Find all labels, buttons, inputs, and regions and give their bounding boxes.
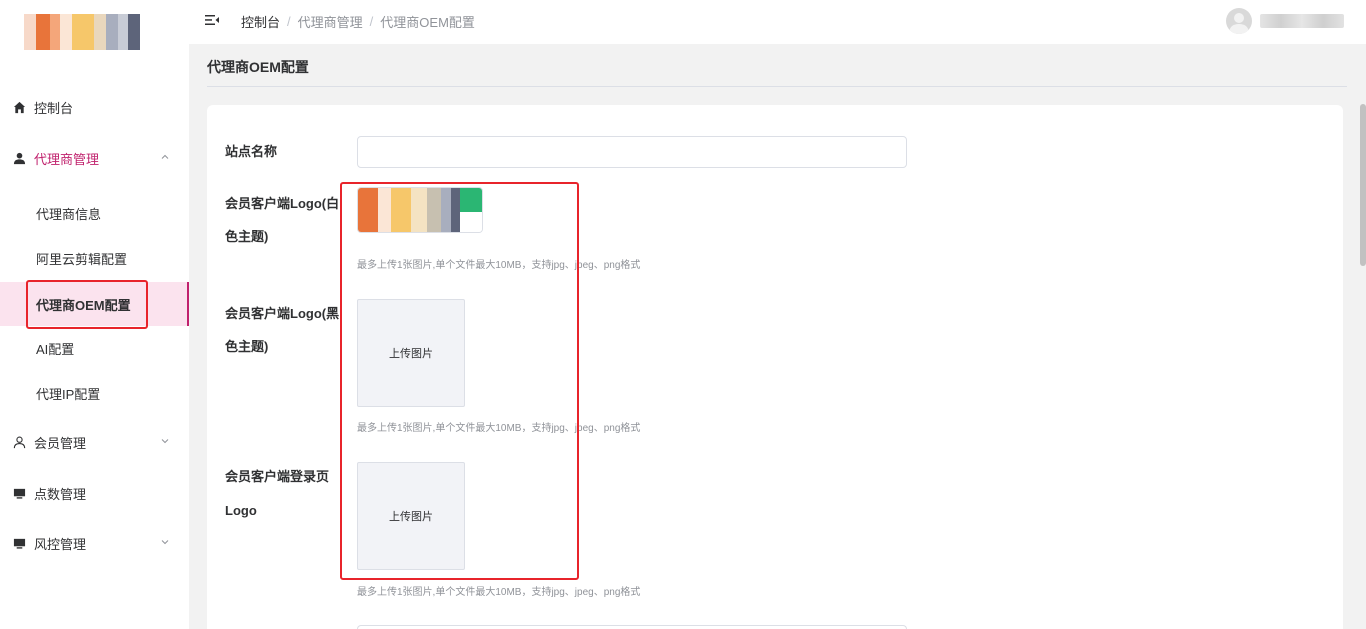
menu-label: 会员管理	[34, 435, 87, 451]
menu-label: 风控管理	[34, 536, 87, 552]
avatar-person-icon	[1229, 13, 1249, 34]
username-blurred	[1260, 14, 1344, 28]
logo-dark-label-line1: 会员客户端Logo(黑	[225, 306, 340, 321]
menu-member-management[interactable]: 会员管理	[0, 422, 189, 462]
menu-agent-management[interactable]: 代理商管理	[0, 138, 189, 178]
submenu-aliyun-edit-config[interactable]: 阿里云剪辑配置	[0, 236, 189, 280]
highlight-box	[26, 280, 148, 329]
breadcrumb-separator: /	[369, 14, 374, 29]
menu-risk-management[interactable]: 风控管理	[0, 523, 189, 563]
logo-white-label-line2: 色主题)	[225, 229, 269, 244]
highlight-box	[340, 182, 579, 580]
monitor-icon	[12, 536, 26, 550]
breadcrumb-item: 代理商OEM配置	[380, 15, 475, 30]
page-title: 代理商OEM配置	[207, 59, 309, 75]
divider	[207, 86, 1347, 87]
submenu-label: AI配置	[36, 341, 75, 357]
login-logo-label-line1: 会员客户端登录页	[225, 469, 330, 484]
home-icon	[12, 100, 26, 114]
submenu-label: 代理IP配置	[36, 386, 101, 402]
submenu-proxy-ip-config[interactable]: 代理IP配置	[0, 371, 189, 415]
breadcrumb: 控制台 / 代理商管理 / 代理商OEM配置	[241, 12, 475, 31]
logo-dark-label-line2: 色主题)	[225, 339, 269, 354]
menu-label: 点数管理	[34, 486, 87, 502]
menu-label: 代理商管理	[34, 151, 100, 167]
submenu-agent-info[interactable]: 代理商信息	[0, 191, 189, 235]
submenu-ai-config[interactable]: AI配置	[0, 326, 189, 370]
next-field-input[interactable]	[357, 625, 907, 629]
menu-points-management[interactable]: 点数管理	[0, 473, 189, 513]
person-outline-icon	[12, 435, 26, 449]
login-logo-label-line2: Logo	[225, 503, 257, 518]
brand-logo[interactable]	[24, 14, 160, 50]
avatar[interactable]	[1226, 8, 1252, 34]
user-menu[interactable]	[1226, 8, 1344, 34]
submenu-label: 代理商信息	[36, 206, 102, 222]
scrollbar[interactable]	[1360, 104, 1366, 266]
monitor-icon	[12, 486, 26, 500]
chevron-down-icon	[161, 540, 169, 545]
logo-white-label-line1: 会员客户端Logo(白	[225, 196, 340, 211]
chevron-up-icon	[161, 154, 169, 159]
user-icon	[12, 151, 26, 165]
menu-label: 控制台	[34, 100, 74, 116]
breadcrumb-separator: /	[287, 14, 291, 29]
upload-tip: 最多上传1张图片,单个文件最大10MB，支持jpg、jpeg、png格式	[357, 587, 641, 598]
breadcrumb-item[interactable]: 代理商管理	[298, 12, 363, 31]
menu-dashboard[interactable]: 控制台	[0, 87, 189, 127]
site-name-label: 站点名称	[225, 144, 278, 159]
submenu-label: 阿里云剪辑配置	[36, 251, 128, 267]
menu-fold-icon[interactable]	[204, 12, 220, 28]
breadcrumb-item[interactable]: 控制台	[241, 12, 280, 31]
sidebar: 控制台 代理商管理 代理商信息 阿里云剪辑配置 代理商OEM配置 AI配置 代理…	[0, 0, 189, 629]
chevron-down-icon	[161, 439, 169, 444]
top-header: 控制台 / 代理商管理 / 代理商OEM配置	[189, 0, 1366, 44]
site-name-input[interactable]	[357, 136, 907, 168]
